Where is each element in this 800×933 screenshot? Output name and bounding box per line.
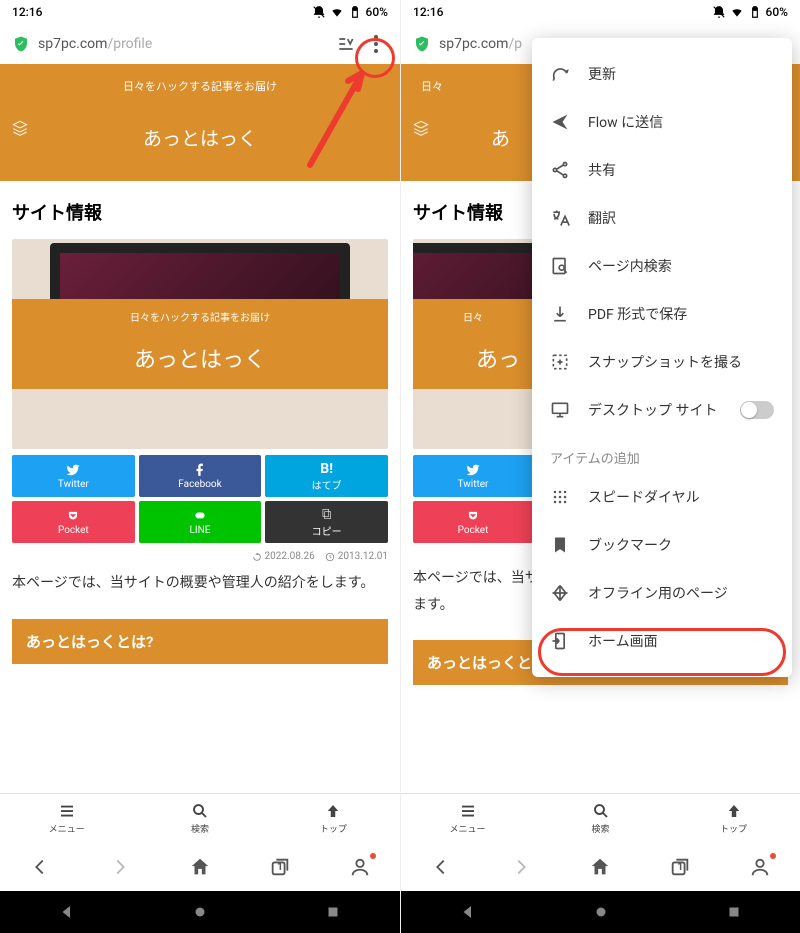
nav-top[interactable]: トップ	[267, 794, 400, 843]
screenshot-left: 12:16 60% sp7pc.com/profile 日々をハックする記事をお…	[0, 0, 400, 933]
share-line[interactable]: LINE	[139, 501, 262, 543]
back-button[interactable]	[427, 853, 455, 881]
share-facebook[interactable]: Facebook	[139, 455, 262, 497]
menu-bookmark[interactable]: ブックマーク	[532, 521, 792, 569]
share-twitter[interactable]: Twitter	[413, 455, 533, 497]
shield-icon	[413, 35, 431, 53]
sys-recent[interactable]	[725, 903, 743, 921]
menu-flow[interactable]: Flow に送信	[532, 98, 792, 146]
wifi-icon	[730, 5, 744, 19]
menu-button[interactable]	[364, 32, 388, 56]
menu-offline[interactable]: オフライン用のページ	[532, 569, 792, 617]
browser-toolbar: 1	[0, 843, 400, 891]
back-button[interactable]	[26, 853, 54, 881]
dates: 2022.08.26 2013.12.01	[12, 551, 388, 562]
share-pocket[interactable]: Pocket	[12, 501, 135, 543]
nav-menu[interactable]: メニュー	[0, 794, 133, 843]
share-copy[interactable]: コピー	[265, 501, 388, 543]
thumbnail[interactable]: 日々をハックする記事をお届け あっとはっく	[12, 239, 388, 449]
menu-find[interactable]: ページ内検索	[532, 242, 792, 290]
overflow-menu: 更新 Flow に送信 共有 翻訳 ページ内検索 PDF 形式で保存 スナップシ…	[532, 38, 792, 677]
address-bar[interactable]: sp7pc.com/profile	[0, 24, 400, 64]
site-bottom-bar: メニュー 検索 トップ	[401, 793, 800, 843]
battery-icon	[348, 5, 362, 19]
reader-mode-icon[interactable]	[336, 34, 356, 54]
hero-tagline: 日々をハックする記事をお届け	[0, 78, 400, 94]
forward-button[interactable]	[507, 853, 535, 881]
shield-icon	[12, 35, 30, 53]
browser-toolbar: 1	[401, 843, 800, 891]
home-button[interactable]	[586, 853, 614, 881]
hero-banner: 日々をハックする記事をお届け あっとはっく	[0, 64, 400, 181]
forward-button[interactable]	[106, 853, 134, 881]
layers-icon	[12, 120, 28, 136]
thumbnail[interactable]: 日々 あっ	[413, 239, 533, 449]
nav-search[interactable]: 検索	[534, 794, 667, 843]
battery-icon	[748, 5, 762, 19]
menu-share[interactable]: 共有	[532, 146, 792, 194]
home-button[interactable]	[186, 853, 214, 881]
hero-title: あっとはっく	[0, 124, 400, 151]
nav-search[interactable]: 検索	[133, 794, 266, 843]
menu-speeddial[interactable]: スピードダイヤル	[532, 473, 792, 521]
heading-box: あっとはっくとは?	[12, 619, 388, 664]
sys-home[interactable]	[592, 903, 610, 921]
layers-icon	[413, 120, 429, 136]
sys-back[interactable]	[58, 903, 76, 921]
menu-pdf[interactable]: PDF 形式で保存	[532, 290, 792, 338]
menu-homescreen[interactable]: ホーム画面	[532, 617, 792, 665]
menu-section-header: アイテムの追加	[532, 434, 792, 473]
dnd-icon	[312, 5, 326, 19]
sys-home[interactable]	[191, 903, 209, 921]
status-bar: 12:16 60%	[0, 0, 400, 24]
menu-translate[interactable]: 翻訳	[532, 194, 792, 242]
dnd-icon	[712, 5, 726, 19]
battery-text: 60%	[366, 5, 388, 19]
share-twitter[interactable]: Twitter	[12, 455, 135, 497]
menu-reload[interactable]: 更新	[532, 50, 792, 98]
android-nav	[401, 891, 800, 933]
notification-dot	[770, 853, 776, 859]
intro-text: 本ページでは、当サイトの概要や管理人の紹介をします。	[12, 570, 388, 597]
url-text: sp7pc.com/profile	[38, 36, 328, 52]
android-nav	[0, 891, 400, 933]
wifi-icon	[330, 5, 344, 19]
sys-recent[interactable]	[324, 903, 342, 921]
clock: 12:16	[12, 5, 42, 19]
profile-button[interactable]	[346, 853, 374, 881]
tabs-button[interactable]: 1	[266, 853, 294, 881]
share-buttons: Twitter Facebook B!はてブ Pocket LINE コピー	[12, 455, 388, 543]
tabs-button[interactable]: 1	[666, 853, 694, 881]
share-pocket[interactable]: Pocket	[413, 501, 533, 543]
site-bottom-bar: メニュー 検索 トップ	[0, 793, 400, 843]
nav-menu[interactable]: メニュー	[401, 794, 534, 843]
menu-desktop[interactable]: デスクトップ サイト	[532, 386, 792, 434]
screenshot-right: 12:16 60% sp7pc.com/p 日々 あ サイト情報 日々 あっ T…	[400, 0, 800, 933]
status-bar: 12:16 60%	[401, 0, 800, 24]
section-title: サイト情報	[12, 199, 388, 225]
nav-top[interactable]: トップ	[667, 794, 800, 843]
desktop-toggle[interactable]	[740, 401, 774, 419]
notification-dot	[370, 853, 376, 859]
share-hatebu[interactable]: B!はてブ	[265, 455, 388, 497]
profile-button[interactable]	[746, 853, 774, 881]
sys-back[interactable]	[459, 903, 477, 921]
menu-snapshot[interactable]: スナップショットを撮る	[532, 338, 792, 386]
